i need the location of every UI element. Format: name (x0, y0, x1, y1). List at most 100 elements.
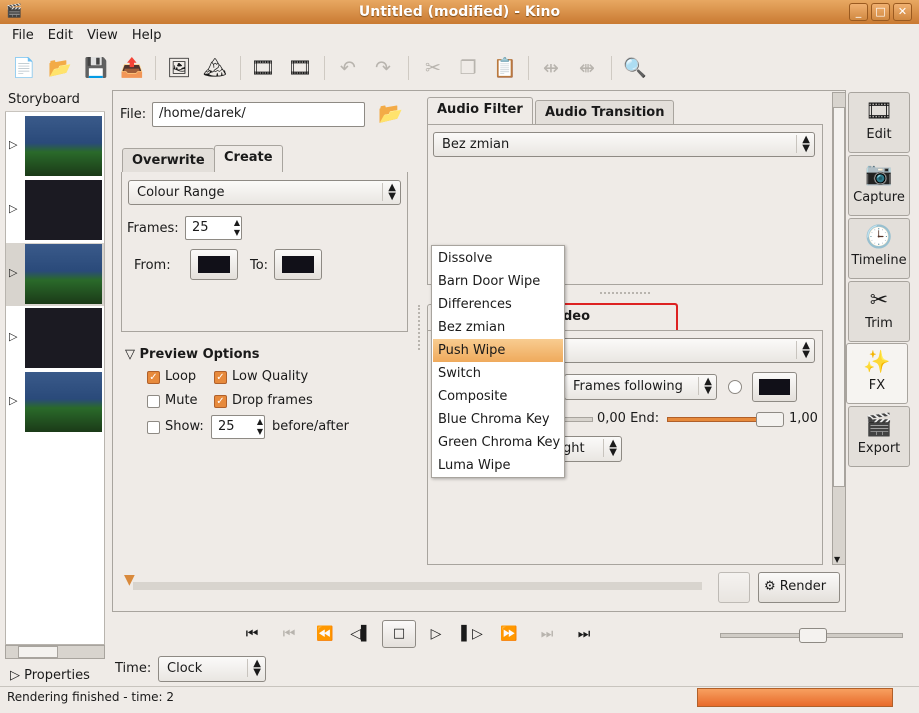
side-button-export[interactable]: 🎬 Export (848, 406, 910, 467)
side-button-capture[interactable]: 📷 Capture (848, 155, 910, 216)
show-spinner[interactable]: 25 ▲ ▼ (211, 415, 265, 439)
dropdown-item[interactable]: Blue Chroma Key (433, 408, 563, 431)
color-radio[interactable] (728, 380, 742, 394)
time-label: Time: (115, 661, 152, 676)
export-image-icon[interactable]: 🏔 (202, 55, 228, 81)
generator-value: Colour Range (137, 185, 225, 200)
pane-handle[interactable] (600, 292, 650, 295)
insert-after-icon[interactable]: 🎞 (287, 55, 313, 81)
loop-checkbox[interactable]: ✓ (147, 371, 160, 384)
dropdown-item[interactable]: Differences (433, 293, 563, 316)
expander-icon[interactable]: ▷ (9, 266, 17, 279)
end-slider[interactable] (667, 412, 784, 427)
tab-overwrite[interactable]: Overwrite (122, 148, 215, 173)
end-slider-thumb[interactable] (756, 412, 784, 427)
copy-icon[interactable]: ❐ (455, 55, 481, 81)
expander-icon[interactable]: ▷ (9, 138, 17, 151)
properties-expander[interactable]: ▷ Properties (10, 668, 90, 683)
dropdown-item[interactable]: Dissolve (433, 247, 563, 270)
audio-filter-select[interactable]: Bez zmian ▲ ▼ (433, 132, 815, 157)
join-icon[interactable]: ⇹ (538, 55, 564, 81)
save-frame-icon[interactable]: 🖼 (166, 55, 192, 81)
menu-file[interactable]: File (12, 28, 34, 43)
position-slider[interactable] (720, 628, 903, 643)
dropdown-item[interactable]: Composite (433, 385, 563, 408)
time-format-select[interactable]: Clock ▲ ▼ (158, 656, 266, 682)
tab-audio-transition[interactable]: Audio Transition (535, 100, 675, 125)
expander-icon[interactable]: ▷ (9, 202, 17, 215)
storyboard-thumbnail[interactable] (25, 244, 102, 304)
frames-mode-select[interactable]: Frames following ▲ ▼ (564, 374, 717, 400)
from-color-button[interactable] (190, 249, 238, 280)
storyboard-thumbnail[interactable] (25, 180, 102, 240)
dropdown-item[interactable]: Barn Door Wipe (433, 270, 563, 293)
paste-icon[interactable]: 📋 (492, 55, 518, 81)
side-label: FX (868, 378, 886, 393)
dropdown-item[interactable]: Switch (433, 362, 563, 385)
dropdown-item-selected[interactable]: Push Wipe (433, 339, 563, 362)
rewind-icon[interactable]: ⏪ (313, 626, 337, 642)
expander-icon[interactable]: ▷ (9, 394, 17, 407)
stop-render-button[interactable] (718, 572, 750, 603)
storyboard-thumbnail[interactable] (25, 308, 102, 368)
side-button-edit[interactable]: 🎞 Edit (848, 92, 910, 153)
export-film-icon: 🎬 (865, 413, 893, 438)
preview-options-expander[interactable]: ▽ Preview Options (125, 347, 260, 362)
split-icon[interactable]: ⇼ (574, 55, 600, 81)
transition-color-button[interactable] (752, 372, 797, 402)
storyboard-thumbnail[interactable] (25, 372, 102, 432)
maximize-button[interactable]: □ (871, 3, 890, 21)
generator-select[interactable]: Colour Range ▲ ▼ (128, 180, 401, 205)
menu-view[interactable]: View (87, 28, 118, 43)
cut-icon[interactable]: ✂ (420, 55, 446, 81)
stop-button[interactable]: □ (382, 620, 416, 648)
insert-before-icon[interactable]: 🎞 (250, 55, 276, 81)
drop-frames-checkbox[interactable]: ✓ (214, 395, 227, 408)
tab-create[interactable]: Create (214, 145, 283, 173)
previous-frame-icon[interactable]: ◁▌ (349, 626, 373, 642)
video-transition-select[interactable]: ▲ ▼ (540, 338, 815, 363)
vertical-scrollbar[interactable]: ▼ (832, 92, 846, 565)
dropdown-item[interactable]: Luma Wipe (433, 454, 563, 477)
new-icon[interactable]: 📄 (11, 55, 37, 81)
low-quality-checkbox[interactable]: ✓ (214, 371, 227, 384)
file-input[interactable]: /home/darek/ (152, 102, 365, 127)
window-title: Untitled (modified) - Kino (358, 4, 561, 20)
side-button-trim[interactable]: ✂ Trim (848, 281, 910, 342)
zoom-fit-icon[interactable]: 🔍 (622, 55, 648, 81)
show-checkbox[interactable] (147, 421, 160, 434)
side-button-fx[interactable]: ✨ FX (846, 343, 908, 404)
storyboard-thumbnail[interactable] (25, 116, 102, 176)
render-button[interactable]: ⚙ Render (758, 572, 840, 603)
dropdown-item[interactable]: Bez zmian (433, 316, 563, 339)
tab-audio-filter[interactable]: Audio Filter (427, 97, 533, 125)
menu-help[interactable]: Help (132, 28, 162, 43)
next-frame-icon[interactable]: ▌▷ (460, 626, 484, 642)
open-icon[interactable]: 📂 (47, 55, 73, 81)
pane-handle[interactable] (418, 305, 421, 350)
status-progress-fill (698, 689, 892, 706)
redo-icon[interactable]: ↷ (370, 55, 396, 81)
first-frame-icon[interactable]: ⏮ (240, 626, 264, 642)
last-frame-icon[interactable]: ⏭ (572, 626, 596, 642)
position-slider-thumb[interactable] (799, 628, 827, 643)
previous-scene-icon[interactable]: ⏮ (277, 626, 301, 642)
to-color-button[interactable] (274, 249, 322, 280)
side-button-timeline[interactable]: 🕒 Timeline (848, 218, 910, 279)
expander-icon[interactable]: ▷ (9, 330, 17, 343)
menu-edit[interactable]: Edit (48, 28, 73, 43)
next-scene-icon[interactable]: ⏭ (535, 626, 559, 642)
minimize-button[interactable]: _ (849, 3, 868, 21)
folder-open-icon[interactable]: 📂 (378, 101, 403, 125)
save-icon[interactable]: 💾 (83, 55, 109, 81)
dropdown-item[interactable]: Green Chroma Key (433, 431, 563, 454)
mute-checkbox[interactable] (147, 395, 160, 408)
undo-icon[interactable]: ↶ (335, 55, 361, 81)
frames-spinner[interactable]: 25 ▲ ▼ (185, 216, 242, 240)
app-clapper-icon: 🎬 (6, 4, 23, 19)
fast-forward-icon[interactable]: ⏩ (497, 626, 521, 642)
close-button[interactable]: ✕ (893, 3, 912, 21)
play-icon[interactable]: ▷ (424, 626, 448, 642)
export-file-icon[interactable]: 📤 (119, 55, 145, 81)
storyboard-hscrollbar[interactable] (5, 645, 105, 659)
